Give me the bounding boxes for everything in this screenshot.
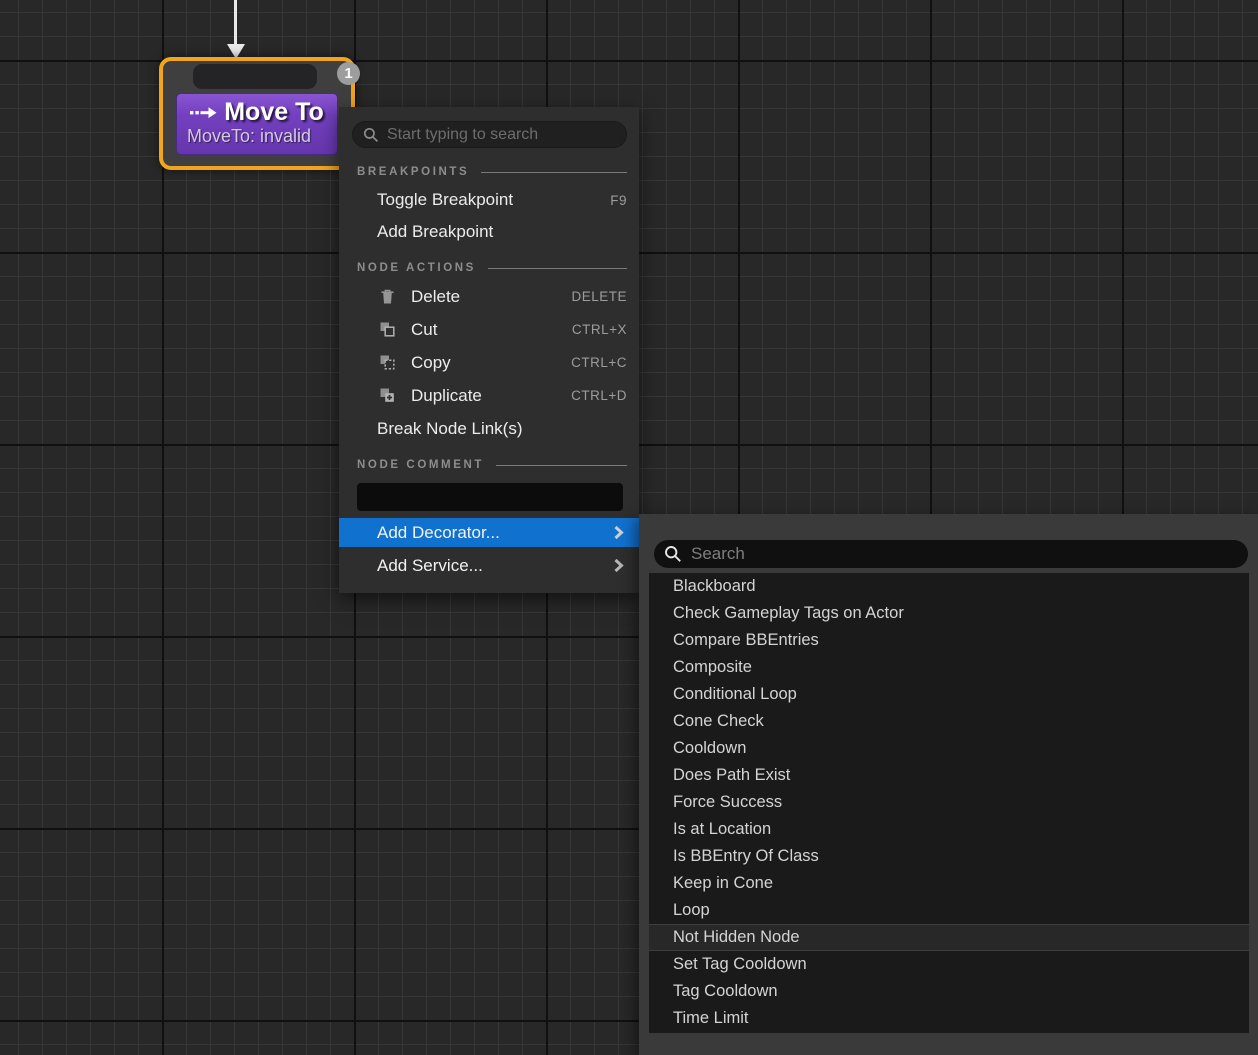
decorator-item[interactable]: Blackboard [649, 573, 1249, 600]
node-context-menu: BREAKPOINTS Toggle Breakpoint F9 Add Bre… [339, 107, 639, 593]
context-search-input[interactable] [387, 126, 616, 144]
cut-icon [379, 321, 396, 338]
menu-item-cut[interactable]: Cut CTRL+X [339, 313, 639, 346]
shortcut-label: CTRL+C [571, 355, 627, 370]
trash-icon [379, 288, 396, 305]
chevron-right-icon [613, 558, 625, 573]
submenu-search-input[interactable] [691, 544, 1238, 564]
section-node-comment: NODE COMMENT [339, 453, 639, 477]
behavior-tree-editor: Move To MoveTo: invalid 1 BREAKPOINTS To… [0, 0, 1258, 1055]
node-comment-bubble [193, 64, 317, 89]
menu-item-add-breakpoint[interactable]: Add Breakpoint [339, 216, 639, 248]
decorator-item[interactable]: Does Path Exist [649, 762, 1249, 789]
section-node-actions: NODE ACTIONS [339, 256, 639, 280]
node-order-badge: 1 [337, 62, 360, 85]
decorator-item-highlighted[interactable]: Not Hidden Node [649, 924, 1249, 951]
menu-item-add-service[interactable]: Add Service... [339, 551, 639, 580]
decorator-item[interactable]: Check Gameplay Tags on Actor [649, 600, 1249, 627]
submenu-search[interactable] [654, 540, 1248, 568]
decorator-item[interactable]: Compare BBEntries [649, 627, 1249, 654]
decorator-list: Blackboard Check Gameplay Tags on Actor … [649, 573, 1249, 1033]
move-to-node-header[interactable]: Move To MoveTo: invalid [176, 93, 338, 155]
node-subtitle: MoveTo: invalid [185, 126, 329, 147]
shortcut-label: CTRL+D [571, 388, 627, 403]
decorator-item[interactable]: Tag Cooldown [649, 978, 1249, 1005]
menu-item-duplicate[interactable]: Duplicate CTRL+D [339, 379, 639, 412]
decorator-item[interactable]: Set Tag Cooldown [649, 951, 1249, 978]
menu-item-delete[interactable]: Delete DELETE [339, 280, 639, 313]
context-menu-search[interactable] [352, 121, 627, 148]
menu-item-break-node-links[interactable]: Break Node Link(s) [339, 412, 639, 445]
decorator-item[interactable]: Conditional Loop [649, 681, 1249, 708]
node-title: Move To [224, 98, 324, 127]
decorator-item[interactable]: Time Limit [649, 1005, 1249, 1032]
decorator-item[interactable]: Composite [649, 654, 1249, 681]
duplicate-icon [379, 387, 396, 404]
decorator-item[interactable]: Force Success [649, 789, 1249, 816]
node-comment-input[interactable] [357, 483, 623, 511]
copy-icon [379, 354, 396, 371]
task-arrow-icon [190, 106, 217, 119]
decorator-item[interactable]: Is at Location [649, 816, 1249, 843]
decorator-item[interactable]: Cooldown [649, 735, 1249, 762]
node-connection-wire [234, 0, 237, 46]
menu-item-add-decorator[interactable]: Add Decorator... [339, 518, 639, 547]
move-to-node[interactable]: Move To MoveTo: invalid [159, 57, 355, 170]
section-breakpoints: BREAKPOINTS [339, 160, 639, 184]
search-icon [664, 545, 682, 563]
shortcut-label: F9 [610, 193, 627, 208]
chevron-right-icon [613, 525, 625, 540]
decorator-item[interactable]: Cone Check [649, 708, 1249, 735]
decorator-item[interactable]: Loop [649, 897, 1249, 924]
shortcut-label: CTRL+X [572, 322, 627, 337]
decorator-item[interactable]: Is BBEntry Of Class [649, 843, 1249, 870]
add-decorator-submenu: Blackboard Check Gameplay Tags on Actor … [639, 514, 1258, 1055]
menu-item-copy[interactable]: Copy CTRL+C [339, 346, 639, 379]
shortcut-label: DELETE [571, 289, 627, 304]
search-icon [363, 127, 379, 143]
decorator-item[interactable]: Keep in Cone [649, 870, 1249, 897]
menu-item-toggle-breakpoint[interactable]: Toggle Breakpoint F9 [339, 184, 639, 216]
